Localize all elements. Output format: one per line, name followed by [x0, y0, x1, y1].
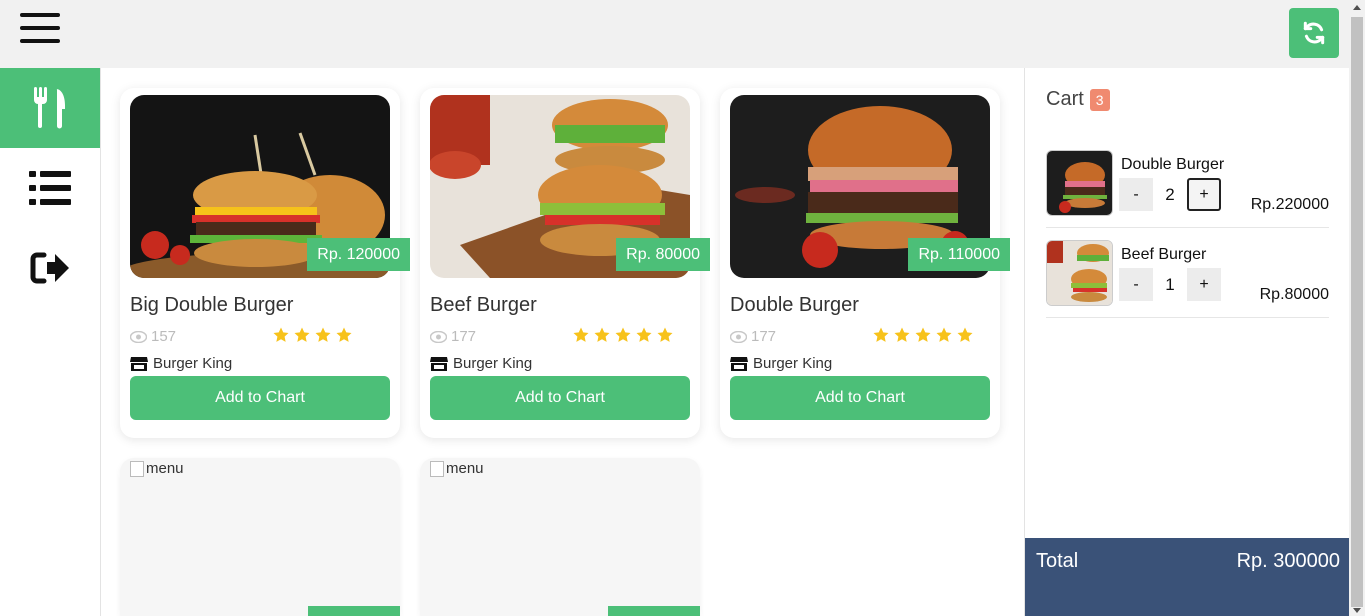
menu-card: Rp. 120000 Big Double Burger 157 Burger …: [120, 88, 410, 438]
star-icon: [894, 327, 910, 342]
menu-card: Rp. 110000 Double Burger 177 Burger King…: [720, 88, 1010, 438]
sidebar-item-menu[interactable]: [0, 68, 100, 148]
decrease-quantity-button[interactable]: -: [1119, 268, 1153, 301]
add-to-chart-button[interactable]: Add to Chart: [730, 376, 990, 420]
price-tag: [608, 606, 700, 616]
list-icon: [29, 171, 71, 205]
add-to-chart-button[interactable]: Add to Chart: [130, 376, 390, 420]
view-count-value: 157: [151, 328, 177, 345]
star-icon: [315, 327, 331, 342]
star-icon: [615, 327, 631, 342]
star-icon: [873, 327, 889, 342]
add-to-chart-button[interactable]: Add to Chart: [430, 376, 690, 420]
total-value: Rp. 300000: [1236, 550, 1340, 572]
star-icon: [915, 327, 931, 342]
scroll-up-arrow[interactable]: [1353, 5, 1361, 10]
hamburger-icon[interactable]: [20, 13, 60, 43]
price-tag: Rp. 120000: [307, 238, 410, 271]
cart-item-name: Double Burger: [1121, 156, 1225, 173]
menu-card: menu: [120, 458, 400, 616]
eye-icon: [130, 330, 147, 343]
refresh-icon: [1303, 21, 1325, 45]
menu-item-name: Beef Burger: [430, 294, 537, 316]
cart-item: Double Burger - 2 + Rp.220000: [1046, 138, 1329, 228]
price-tag: Rp. 110000: [908, 238, 1010, 271]
cart-item-thumbnail: [1046, 150, 1113, 216]
cart-item-price: Rp.220000: [1250, 196, 1329, 213]
total-label: Total: [1036, 550, 1079, 572]
broken-image-icon: [130, 460, 144, 477]
rating-stars: [872, 326, 974, 344]
star-icon: [573, 327, 589, 342]
star-icon: [336, 327, 352, 342]
star-icon: [273, 327, 289, 342]
store-icon: [130, 356, 148, 371]
view-count: 177: [730, 328, 776, 345]
view-count: 157: [130, 328, 176, 345]
rating-stars: [572, 326, 674, 344]
cart-panel: Cart 3 Double Burger - 2 + Rp.220000 Bee…: [1024, 68, 1350, 616]
quantity-stepper: - 1 +: [1119, 268, 1221, 301]
eye-icon: [430, 330, 447, 343]
store-name: Burger King: [130, 355, 232, 372]
menu-item-name: Big Double Burger: [130, 294, 294, 316]
page-scrollbar[interactable]: [1349, 0, 1365, 616]
rating-stars: [272, 326, 353, 344]
broken-image-icon: [430, 460, 444, 477]
cart-item-thumbnail: [1046, 240, 1113, 306]
scroll-down-arrow[interactable]: [1353, 608, 1361, 613]
image-alt-text: menu: [146, 460, 184, 477]
store-name: Burger King: [730, 355, 832, 372]
quantity-value: 2: [1165, 184, 1175, 204]
cart-total-bar: Total Rp. 300000: [1025, 538, 1350, 616]
view-count-value: 177: [451, 328, 477, 345]
decrease-quantity-button[interactable]: -: [1119, 178, 1153, 211]
increase-quantity-button[interactable]: +: [1187, 268, 1221, 301]
cart-item-price: Rp.80000: [1259, 286, 1329, 303]
broken-image: menu: [430, 460, 484, 477]
quantity-stepper: - 2 +: [1119, 178, 1221, 211]
price-tag: Rp. 80000: [616, 238, 710, 271]
cart-count-badge: 3: [1089, 88, 1110, 111]
sidebar-item-logout[interactable]: [0, 228, 100, 308]
star-icon: [294, 327, 310, 342]
cart-item: Beef Burger - 1 + Rp.80000: [1046, 228, 1329, 318]
star-icon: [657, 327, 673, 342]
store-name-label: Burger King: [753, 355, 833, 372]
quantity-value: 1: [1165, 274, 1175, 294]
menu-card: Rp. 80000 Beef Burger 177 Burger King Ad…: [420, 88, 710, 438]
store-name: Burger King: [430, 355, 532, 372]
store-name-label: Burger King: [453, 355, 533, 372]
menu-card: menu: [420, 458, 700, 616]
cart-item-name: Beef Burger: [1121, 246, 1207, 263]
sidebar-item-list[interactable]: [0, 148, 100, 228]
star-icon: [936, 327, 952, 342]
cart-header: Cart 3: [1046, 88, 1110, 111]
star-icon: [594, 327, 610, 342]
star-icon: [636, 327, 652, 342]
sign-out-icon: [30, 252, 69, 284]
refresh-button[interactable]: [1289, 8, 1339, 58]
image-alt-text: menu: [446, 460, 484, 477]
view-count: 177: [430, 328, 476, 345]
sidebar: [0, 68, 101, 616]
cart-title: Cart: [1046, 88, 1084, 110]
star-icon: [957, 327, 973, 342]
menu-grid: Rp. 120000 Big Double Burger 157 Burger …: [101, 68, 1024, 616]
store-icon: [430, 356, 448, 371]
scrollbar-thumb[interactable]: [1351, 17, 1363, 607]
increase-quantity-button[interactable]: +: [1187, 178, 1221, 211]
utensils-icon: [34, 87, 65, 129]
view-count-value: 177: [751, 328, 777, 345]
broken-image: menu: [130, 460, 184, 477]
store-name-label: Burger King: [153, 355, 233, 372]
top-bar: [0, 0, 1349, 68]
store-icon: [730, 356, 748, 371]
eye-icon: [730, 330, 747, 343]
menu-item-name: Double Burger: [730, 294, 859, 316]
price-tag: [308, 606, 400, 616]
